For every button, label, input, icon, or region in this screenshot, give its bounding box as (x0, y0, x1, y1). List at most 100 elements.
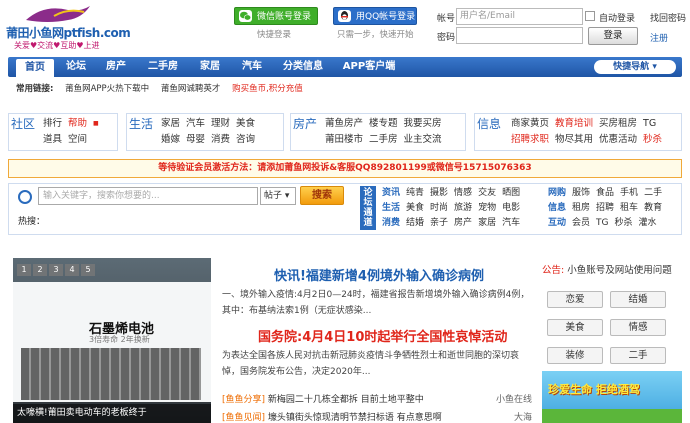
channel-link[interactable]: 电影 (502, 203, 520, 213)
find-password-link[interactable]: 找回密码 (650, 11, 686, 24)
cat-link[interactable]: 母婴 (186, 134, 205, 145)
tag-button-emotion[interactable]: 情感 (610, 319, 666, 336)
wechat-login-button[interactable]: 微信账号登录 (234, 7, 318, 25)
cat-link[interactable]: 空间 (68, 134, 87, 145)
cat-link[interactable]: 二手房 (369, 134, 398, 145)
channel-head[interactable]: 生活 (382, 203, 400, 213)
account-input[interactable]: 用户名/Email (456, 8, 583, 25)
password-input[interactable] (456, 27, 583, 44)
qq-login-button[interactable]: 用QQ帐号登录 (333, 7, 417, 25)
cat-link[interactable]: 优惠活动 (599, 134, 637, 145)
nav-secondhand-house[interactable]: 二手房 (142, 57, 184, 77)
slider-caption[interactable]: 太嚎横!莆田卖电动车的老板终于 (13, 404, 211, 423)
channel-link[interactable]: 会员 (572, 218, 590, 228)
cat-link[interactable]: 我要买房 (404, 118, 442, 129)
common-link-buy-coins[interactable]: 购买鱼币,积分充值 (232, 84, 303, 94)
channel-head[interactable]: 消费 (382, 218, 400, 228)
channel-link[interactable]: 租车 (620, 203, 638, 213)
tag-button-love[interactable]: 恋爱 (547, 291, 603, 308)
quick-nav-button[interactable]: 快捷导航 ▾ (594, 60, 676, 74)
news-title[interactable]: 新梅园二十几栋全都拆 目前土地平整中 (268, 395, 424, 405)
channel-link[interactable]: 秒杀 (615, 218, 633, 228)
announce-text[interactable]: 小鱼账号及网站使用问题 (567, 265, 672, 276)
channel-link[interactable]: 晒图 (502, 188, 520, 198)
common-link-app[interactable]: 莆鱼网APP火热下载中 (65, 84, 149, 94)
cat-link[interactable]: 莆田楼市 (325, 134, 363, 145)
auto-login-checkbox[interactable] (585, 11, 595, 21)
channel-link[interactable]: 纯青 (406, 188, 424, 198)
channel-link[interactable]: 房产 (454, 218, 472, 228)
tag-button-food[interactable]: 美食 (547, 319, 603, 336)
drunk-driving-banner[interactable]: 珍爱生命 拒绝酒驾 (542, 371, 682, 423)
search-input[interactable]: 输入关键字，搜索你想要的... (38, 187, 258, 205)
channel-head[interactable]: 互动 (548, 218, 566, 228)
channel-link[interactable]: 二手 (644, 188, 662, 198)
nav-auto[interactable]: 汽车 (236, 57, 268, 77)
cat-link[interactable]: 排行 (43, 118, 62, 129)
slider-page[interactable]: 5 (81, 264, 95, 276)
channel-link[interactable]: 摄影 (430, 188, 448, 198)
channel-link[interactable]: 手机 (620, 188, 638, 198)
login-button[interactable]: 登录 (588, 27, 638, 45)
nav-app[interactable]: APP客户端 (338, 57, 400, 77)
cat-link[interactable]: 商家黄页 (511, 118, 549, 129)
news-item[interactable]: [鱼鱼见闻] 壕头镇街头惊现清明节禁扫标语 有点意思啊 大海 (222, 410, 532, 423)
channel-head[interactable]: 信息 (548, 203, 566, 213)
channel-head[interactable]: 资讯 (382, 188, 400, 198)
register-link[interactable]: 注册 (650, 31, 668, 44)
cat-link[interactable]: 业主交流 (404, 134, 442, 145)
search-scope-select[interactable]: 帖子 ▾ (260, 187, 296, 205)
channel-head[interactable]: 网购 (548, 188, 566, 198)
cat-link[interactable]: 家居 (161, 118, 180, 129)
announcement[interactable]: 公告: 小鱼账号及网站使用问题 (542, 262, 672, 276)
site-logo[interactable]: 莆田小鱼网ptfish.com 关爱♥交流♥互助♥上进 (6, 2, 131, 50)
headline-2[interactable]: 国务院:4月4日10时起举行全国性哀悼活动 (258, 326, 507, 345)
common-link-jobs[interactable]: 莆鱼网诚聘英才 (161, 84, 221, 94)
slider-page[interactable]: 4 (65, 264, 79, 276)
cat-link[interactable]: 理财 (211, 118, 230, 129)
cat-link[interactable]: 婚嫁 (161, 134, 180, 145)
cat-link[interactable]: 消费 (211, 134, 230, 145)
channel-link[interactable]: 家居 (478, 218, 496, 228)
channel-link[interactable]: 服饰 (572, 188, 590, 198)
cat-link[interactable]: 道具 (43, 134, 62, 145)
tag-button-marriage[interactable]: 结婚 (610, 291, 666, 308)
channel-link[interactable]: 时尚 (430, 203, 448, 213)
nav-forum[interactable]: 论坛 (60, 57, 92, 77)
search-button[interactable]: 搜索 (300, 186, 344, 205)
tag-button-secondhand[interactable]: 二手 (610, 347, 666, 364)
image-slider[interactable]: 12345 石墨烯电池 3倍寿命 2年换新 太嚎横!莆田卖电动车的老板终于 (13, 258, 211, 423)
cat-link[interactable]: 咨询 (236, 134, 255, 145)
channel-link[interactable]: 招聘 (596, 203, 614, 213)
channel-link[interactable]: 情感 (454, 188, 472, 198)
tag-button-decoration[interactable]: 装修 (547, 347, 603, 364)
cat-link[interactable]: 教育培训 (555, 118, 593, 129)
nav-classifieds[interactable]: 分类信息 (278, 57, 328, 77)
channel-link[interactable]: 美食 (406, 203, 424, 213)
cat-link[interactable]: TG (643, 118, 656, 129)
channel-link[interactable]: 灌水 (639, 218, 657, 228)
channel-link[interactable]: 汽车 (502, 218, 520, 228)
channel-link[interactable]: 宠物 (478, 203, 496, 213)
cat-link[interactable]: 买房租房 (599, 118, 637, 129)
cat-link[interactable]: 美食 (236, 118, 255, 129)
channel-link[interactable]: 亲子 (430, 218, 448, 228)
channel-link[interactable]: 交友 (478, 188, 496, 198)
channel-link[interactable]: 租房 (572, 203, 590, 213)
cat-link[interactable]: 物尽其用 (555, 134, 593, 145)
cat-link[interactable]: 楼专题 (369, 118, 398, 129)
channel-link[interactable]: 旅游 (454, 203, 472, 213)
news-item[interactable]: [鱼鱼分享] 新梅园二十几栋全都拆 目前土地平整中 小鱼在线 (222, 392, 532, 405)
slider-page[interactable]: 3 (49, 264, 63, 276)
slider-page[interactable]: 1 (17, 264, 31, 276)
nav-home-furnishing[interactable]: 家居 (194, 57, 226, 77)
cat-link[interactable]: 汽车 (186, 118, 205, 129)
news-title[interactable]: 壕头镇街头惊现清明节禁扫标语 有点意思啊 (268, 413, 442, 423)
nav-home[interactable]: 首页 (16, 59, 54, 77)
channel-link[interactable]: TG (596, 218, 608, 228)
slider-page[interactable]: 2 (33, 264, 47, 276)
channel-link[interactable]: 食品 (596, 188, 614, 198)
cat-link[interactable]: 帮助 (68, 118, 87, 129)
channel-link[interactable]: 教育 (644, 203, 662, 213)
cat-link[interactable]: 招聘求职 (511, 134, 549, 145)
